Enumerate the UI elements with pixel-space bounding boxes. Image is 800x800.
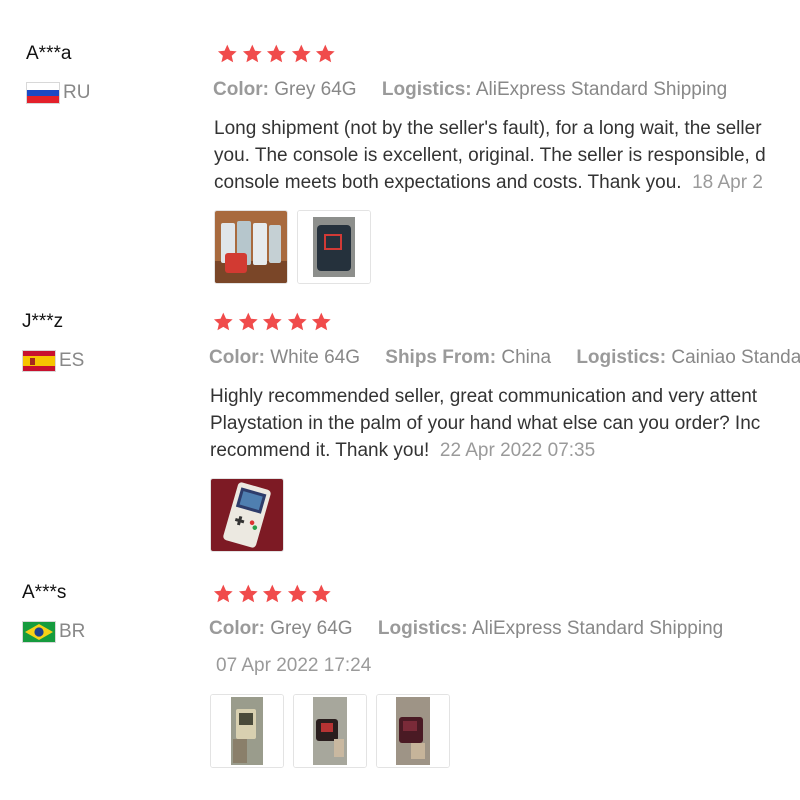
star-icon: [263, 312, 282, 331]
reviewer-country: ES: [22, 350, 84, 372]
meta-key: Logistics:: [576, 347, 667, 368]
review-photo[interactable]: [214, 210, 288, 284]
review-date: 22 Apr 2022 07:35: [439, 440, 596, 461]
review-photo[interactable]: [210, 694, 284, 768]
star-icon: [267, 44, 286, 63]
review-photos: [210, 694, 450, 768]
reviewer-name: A***a: [26, 43, 72, 64]
review-date: 18 Apr 2: [692, 172, 763, 193]
meta-value: White 64G: [270, 347, 360, 368]
country-code: RU: [63, 82, 91, 103]
country-code: BR: [59, 621, 86, 642]
star-icon: [291, 44, 311, 63]
star-icon: [263, 584, 282, 603]
star-icon: [238, 312, 258, 331]
review-text-line: Long shipment (not by the seller's fault…: [214, 118, 762, 139]
star-icon: [287, 584, 307, 603]
meta-value: China: [501, 347, 552, 368]
review-text: Long shipment (not by the seller's fault…: [214, 115, 800, 196]
review-photo[interactable]: [210, 478, 284, 552]
review-photo[interactable]: [297, 210, 371, 284]
meta-key: Logistics:: [381, 79, 472, 100]
meta-value: Grey 64G: [274, 79, 357, 100]
review-meta: Color: Grey 64G Logistics: AliExpress St…: [209, 618, 723, 640]
meta-value: Grey 64G: [270, 618, 353, 639]
meta-key: Ships From:: [385, 347, 497, 368]
star-icon: [238, 584, 258, 603]
meta-value: Cainiao Standard: [671, 347, 800, 368]
rating-stars: [215, 43, 338, 65]
meta-value: AliExpress Standard Shipping: [471, 618, 724, 639]
rating-stars: [211, 583, 334, 605]
review-text-line: Highly recommended seller, great communi…: [210, 386, 758, 407]
star-icon: [316, 44, 336, 63]
review-meta: Color: White 64G Ships From: China Logis…: [209, 347, 800, 369]
meta-key: Color:: [209, 618, 265, 639]
country-code: ES: [59, 350, 85, 371]
star-icon: [213, 584, 233, 603]
star-icon: [217, 44, 237, 63]
russia-flag-icon: [26, 82, 60, 104]
spain-flag-icon: [22, 350, 56, 372]
meta-key: Color:: [213, 79, 269, 100]
review-text: Highly recommended seller, great communi…: [210, 383, 800, 464]
review-photos: [214, 210, 371, 284]
meta-key: Color:: [209, 347, 265, 368]
review-photo[interactable]: [293, 694, 367, 768]
meta-key: Logistics:: [377, 618, 468, 639]
reviewer-name: J***z: [22, 311, 64, 332]
star-icon: [287, 312, 307, 331]
reviewer-country: RU: [26, 82, 90, 104]
star-icon: [312, 584, 332, 603]
review-photos: [210, 478, 284, 552]
review-photo[interactable]: [376, 694, 450, 768]
star-icon: [242, 44, 262, 63]
review-text-line: you. The console is excellent, original.…: [214, 145, 766, 166]
review-text-line: console meets both expectations and cost…: [214, 172, 682, 193]
meta-value: AliExpress Standard Shipping: [475, 79, 728, 100]
star-icon: [213, 312, 233, 331]
review-text-line: Playstation in the palm of your hand wha…: [210, 413, 761, 434]
review-meta: Color: Grey 64G Logistics: AliExpress St…: [213, 79, 727, 101]
reviewer-country: BR: [22, 621, 85, 643]
star-icon: [312, 312, 332, 331]
review-date: 07 Apr 2022 17:24: [216, 655, 372, 676]
brazil-flag-icon: [22, 621, 56, 643]
rating-stars: [211, 311, 334, 333]
reviewer-name: A***s: [22, 582, 67, 603]
review-text-line: recommend it. Thank you!: [210, 440, 430, 461]
